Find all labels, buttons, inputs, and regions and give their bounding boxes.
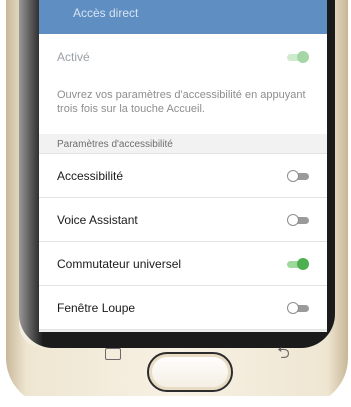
app-header: Accès direct <box>39 0 327 34</box>
recent-apps-icon[interactable] <box>105 348 121 360</box>
setting-label: Commutateur universel <box>57 256 182 271</box>
back-arrow-icon[interactable]: ⮌ <box>277 342 290 369</box>
setting-row-accessibilite[interactable]: Accessibilité <box>39 154 327 198</box>
phone-screen: Accès direct Activé Ouvrez vos paramètre… <box>39 0 327 332</box>
page-bottom <box>0 396 351 407</box>
setting-label: Fenêtre Loupe <box>57 300 136 315</box>
accessibilite-toggle[interactable] <box>287 169 309 182</box>
voice-assistant-toggle[interactable] <box>287 213 309 226</box>
home-button[interactable] <box>147 352 233 392</box>
active-row[interactable]: Activé <box>39 34 327 80</box>
setting-label: Voice Assistant <box>57 212 138 227</box>
header-title: Accès direct <box>73 6 139 20</box>
setting-row-commutateur-universel[interactable]: Commutateur universel <box>39 242 327 286</box>
setting-row-fenetre-loupe[interactable]: Fenêtre Loupe <box>39 286 327 330</box>
fenetre-loupe-toggle[interactable] <box>287 301 309 314</box>
commutateur-universel-toggle[interactable] <box>287 257 309 270</box>
section-header: Paramètres d'accessibilité <box>39 134 327 154</box>
setting-label: Accessibilité <box>57 168 124 183</box>
active-toggle[interactable] <box>287 51 309 63</box>
description-text: Ouvrez vos paramètres d'accessibilité en… <box>39 80 327 134</box>
setting-row-voice-assistant[interactable]: Voice Assistant <box>39 198 327 242</box>
active-label: Activé <box>57 50 90 64</box>
